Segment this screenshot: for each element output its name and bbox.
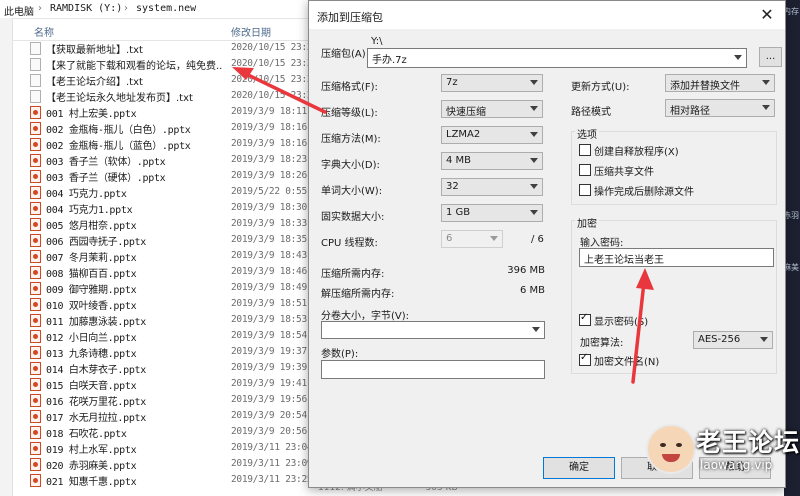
arrowhead-icon	[636, 268, 654, 290]
watermark-url: laowang.vip	[700, 458, 773, 472]
watermark: 老王论坛 laowang.vip	[634, 418, 799, 490]
eye	[660, 443, 666, 447]
watermark-brand: 老王论坛	[696, 428, 800, 457]
eye	[676, 443, 682, 447]
arrow-to-file	[242, 71, 327, 114]
arrow-to-password	[631, 280, 646, 384]
mouth	[662, 454, 680, 462]
mascot-face-icon	[646, 424, 696, 474]
